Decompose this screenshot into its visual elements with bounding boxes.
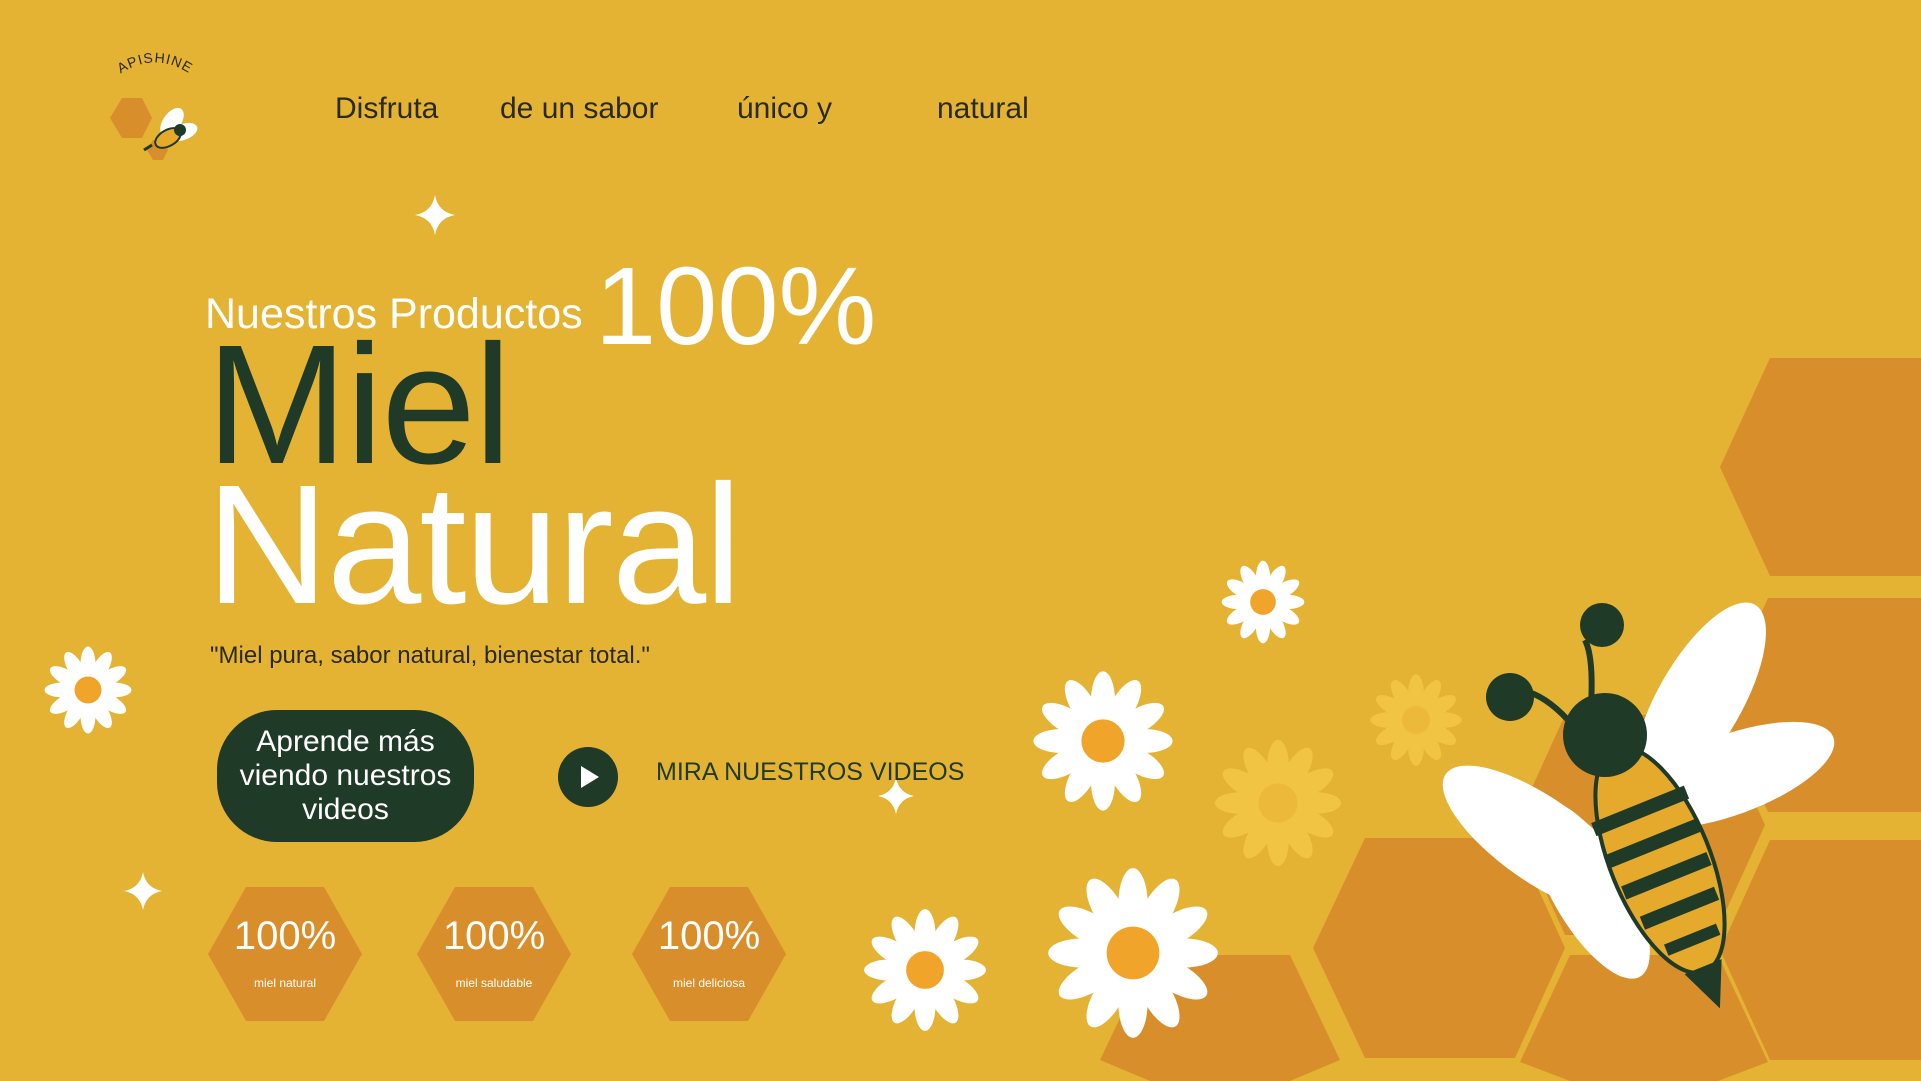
landing-page: APISHINE Disfruta de un sabor único y na… xyxy=(0,0,1921,1081)
flower xyxy=(1221,560,1305,644)
stat-value: 100% xyxy=(657,914,761,958)
play-video-button[interactable] xyxy=(558,747,618,807)
svg-text:APISHINE: APISHINE xyxy=(114,50,196,76)
play-icon xyxy=(581,766,599,788)
nav-item-sabor[interactable]: de un sabor xyxy=(500,92,658,126)
hero-percent: 100% xyxy=(595,245,877,368)
stat-value: 100% xyxy=(233,914,337,958)
hero-title-line2: Natural xyxy=(206,450,742,640)
flower xyxy=(1033,671,1173,811)
flower xyxy=(864,909,986,1031)
stat-natural: 100% miel natural xyxy=(208,887,362,1021)
brand-logo[interactable]: APISHINE xyxy=(100,50,210,170)
watch-videos-link[interactable]: MIRA NUESTROS VIDEOS xyxy=(656,758,964,787)
nav-item-natural[interactable]: natural xyxy=(937,92,1029,126)
stat-deliciosa: 100% miel deliciosa xyxy=(632,887,786,1021)
flower xyxy=(1370,674,1462,766)
brand-name: APISHINE xyxy=(114,50,195,76)
flower xyxy=(1214,739,1342,867)
flower xyxy=(44,646,132,734)
nav-item-disfruta[interactable]: Disfruta xyxy=(335,92,438,126)
stat-value: 100% xyxy=(442,914,546,958)
stat-label: miel natural xyxy=(253,976,317,990)
stat-saludable: 100% miel saludable xyxy=(417,887,571,1021)
nav-item-unico[interactable]: único y xyxy=(737,92,832,126)
hero-tagline: "Miel pura, sabor natural, bienestar tot… xyxy=(210,642,650,669)
stat-label: miel deliciosa xyxy=(672,976,746,990)
learn-more-button[interactable]: Aprende más viendo nuestros videos xyxy=(217,710,474,842)
stat-label: miel saludable xyxy=(455,976,533,990)
